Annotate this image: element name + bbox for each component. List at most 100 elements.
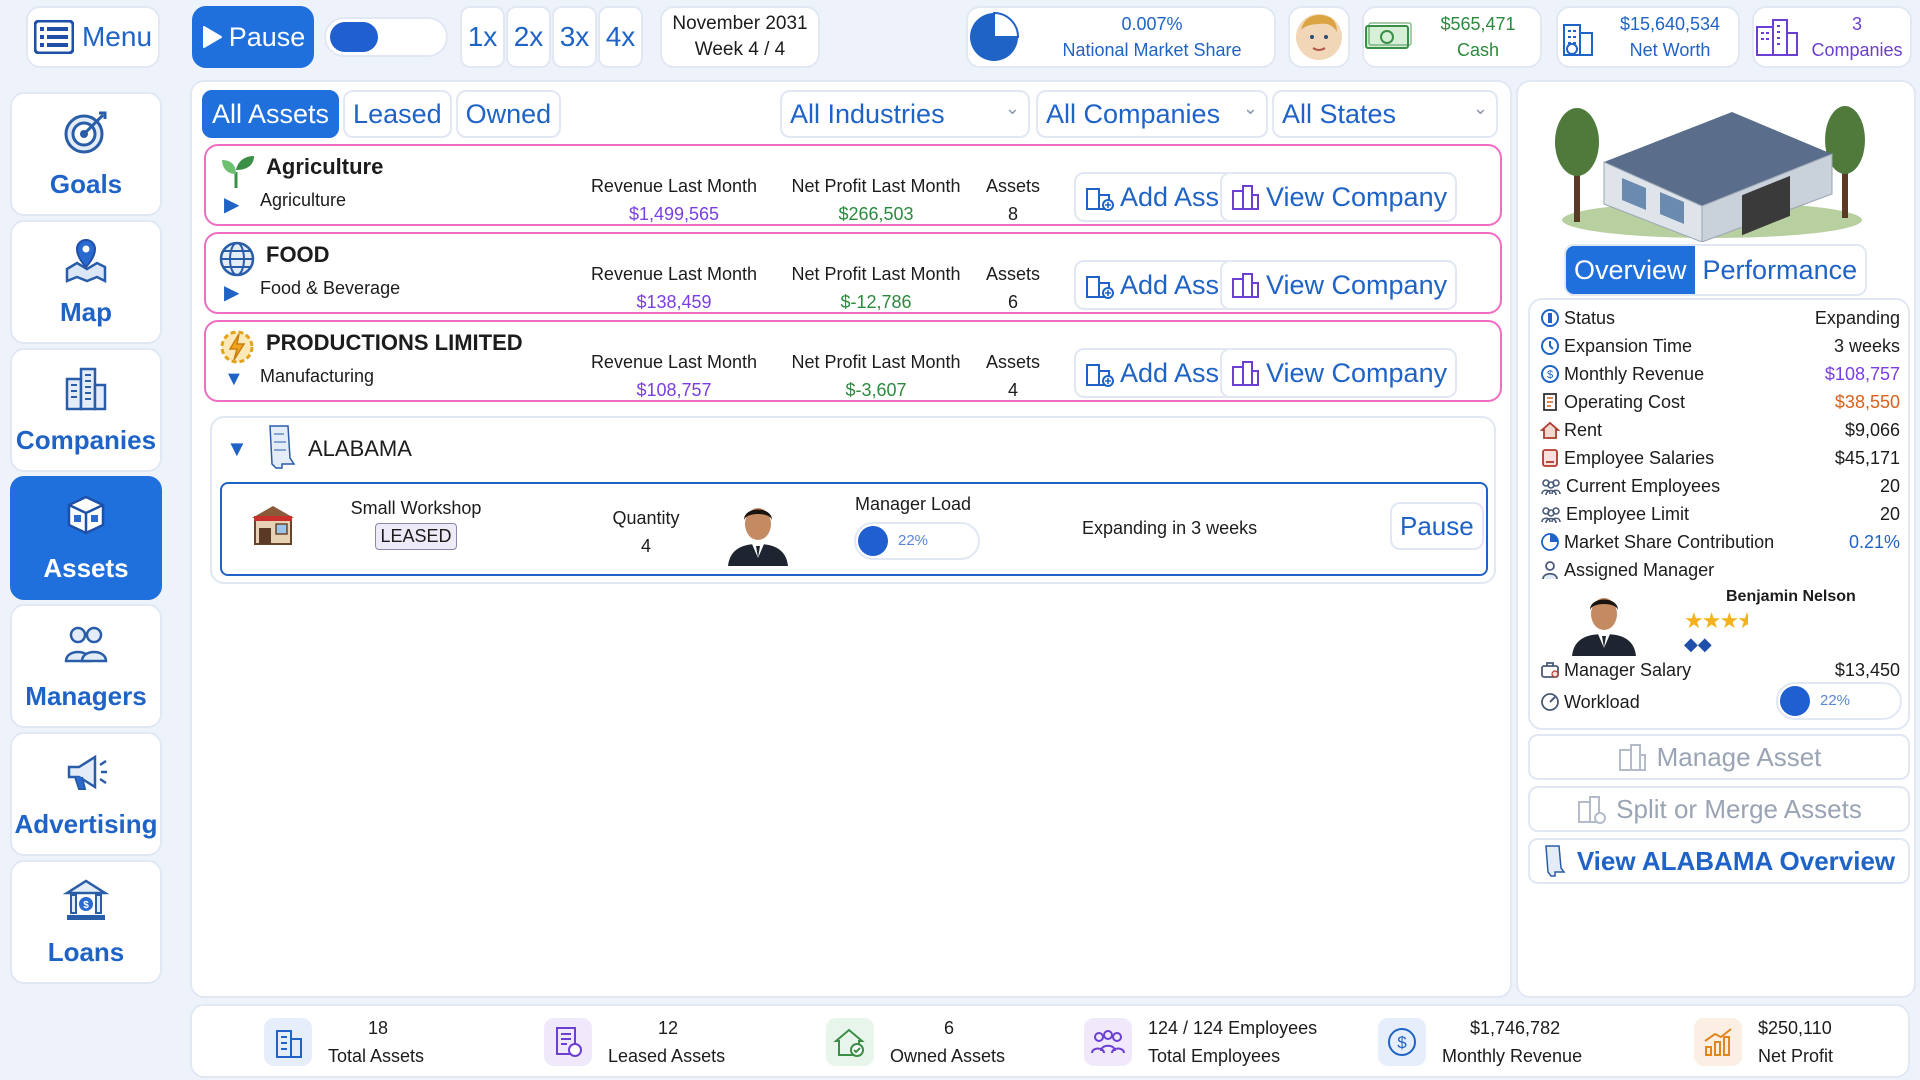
sidebar-item-advertising[interactable]: Advertising bbox=[10, 732, 162, 856]
pause-button[interactable]: Pause bbox=[192, 6, 314, 68]
quantity-value: 4 bbox=[640, 536, 651, 556]
col-label: Assets bbox=[985, 264, 1041, 284]
cash-stat[interactable]: $565,471 Cash bbox=[1362, 6, 1542, 68]
detail-value: $38,550 bbox=[1834, 391, 1900, 412]
sidebar-item-managers[interactable]: Managers bbox=[10, 604, 162, 728]
avatar[interactable] bbox=[1288, 6, 1350, 68]
speed-label: 2x bbox=[513, 21, 544, 52]
companies-filter[interactable]: All Companies bbox=[1036, 90, 1268, 138]
detail-row-employee-salaries: Employee Salaries $45,171 bbox=[1540, 444, 1900, 472]
globe-icon bbox=[219, 241, 255, 277]
companies-value: 3 bbox=[1851, 14, 1862, 34]
svg-text:$: $ bbox=[1397, 1033, 1407, 1052]
quantity-label: Quantity bbox=[612, 508, 680, 528]
tab-owned[interactable]: Owned bbox=[455, 90, 562, 138]
states-filter[interactable]: All States bbox=[1272, 90, 1498, 138]
sidebar-item-map[interactable]: Map bbox=[10, 220, 162, 344]
net-worth-stat[interactable]: $15,640,534 Net Worth bbox=[1556, 6, 1740, 68]
speed-3x-button[interactable]: 3x bbox=[552, 6, 597, 68]
chart-up-icon bbox=[1694, 1018, 1742, 1066]
view-company-button[interactable]: View Company bbox=[1220, 172, 1458, 222]
speed-4x-button[interactable]: 4x bbox=[598, 6, 643, 68]
split-merge-button[interactable]: Split or Merge Assets bbox=[1528, 786, 1910, 832]
stat-monthly-revenue: $ $1,746,782 Monthly Revenue bbox=[1378, 1014, 1582, 1070]
assets-value: 4 bbox=[1007, 380, 1018, 400]
detail-label: Rent bbox=[1564, 419, 1603, 440]
people-icon bbox=[64, 626, 108, 662]
detail-row-manager-salary: Manager Salary $13,450 bbox=[1540, 656, 1900, 684]
stat-value: 124 / 124 Employees bbox=[1148, 1018, 1318, 1038]
speed-2x-button[interactable]: 2x bbox=[506, 6, 551, 68]
industries-filter[interactable]: All Industries bbox=[780, 90, 1030, 138]
market-share-stat[interactable]: 0.007% National Market Share bbox=[966, 6, 1276, 68]
tab-performance[interactable]: Performance bbox=[1694, 246, 1866, 294]
revenue-col: Revenue Last Month $108,757 bbox=[574, 348, 774, 404]
revenue-value: $138,459 bbox=[636, 292, 712, 312]
view-state-overview-button[interactable]: View ALABAMA Overview bbox=[1528, 838, 1910, 884]
view-company-button[interactable]: View Company bbox=[1220, 260, 1458, 310]
split-merge-label: Split or Merge Assets bbox=[1616, 793, 1862, 824]
collapse-icon[interactable]: ▼ bbox=[226, 436, 248, 462]
date-text: November 2031 bbox=[672, 13, 808, 34]
asset-pause-button[interactable]: Pause bbox=[1390, 502, 1484, 550]
bottom-stats-bar: 18 Total Assets 12 Leased Assets 6 Owned As… bbox=[190, 1004, 1910, 1078]
sidebar-item-label: Goals bbox=[49, 168, 123, 199]
map-pin-icon bbox=[65, 238, 107, 283]
toggle-knob bbox=[330, 22, 378, 52]
revenue-value: $1,499,565 bbox=[628, 204, 720, 224]
col-label: Assets bbox=[985, 176, 1041, 196]
profit-value: $-12,786 bbox=[840, 292, 912, 312]
house-icon bbox=[1540, 421, 1560, 439]
company-row-productions-limited[interactable]: PRODUCTIONS LIMITED ▼ Manufacturing Reve… bbox=[204, 320, 1502, 402]
expand-icon[interactable]: ▶ bbox=[224, 280, 239, 305]
sidebar-item-goals[interactable]: Goals bbox=[10, 92, 162, 216]
manager-gems: ◆◆ bbox=[1684, 634, 1712, 654]
view-company-button[interactable]: View Company bbox=[1220, 348, 1458, 398]
tab-overview[interactable]: Overview bbox=[1566, 246, 1695, 294]
team-icon bbox=[1084, 1018, 1132, 1066]
quantity-col: Quantity 4 bbox=[596, 504, 696, 560]
company-row-food[interactable]: FOOD ▶ Food & Beverage Revenue Last Mont… bbox=[204, 232, 1502, 314]
manage-asset-button[interactable]: Manage Asset bbox=[1528, 734, 1910, 780]
stat-label: Owned Assets bbox=[890, 1046, 1006, 1066]
team-icon bbox=[1541, 507, 1561, 524]
play-icon bbox=[202, 26, 222, 48]
manager-name: Benjamin Nelson bbox=[1726, 588, 1856, 605]
cash-icon bbox=[1365, 22, 1412, 49]
menu-button[interactable]: Menu bbox=[26, 6, 160, 68]
menu-icon bbox=[33, 20, 74, 54]
state-name: ALABAMA bbox=[308, 436, 412, 461]
asset-row[interactable]: Small Workshop LEASED Quantity 4 Manager… bbox=[220, 482, 1488, 576]
detail-value: Expanding bbox=[1814, 307, 1900, 328]
workload-bar: 22% bbox=[1776, 682, 1902, 720]
expand-icon[interactable]: ▶ bbox=[224, 192, 239, 217]
company-name: PRODUCTIONS LIMITED bbox=[266, 330, 523, 355]
target-icon bbox=[64, 111, 107, 153]
speed-label: 3x bbox=[559, 21, 590, 52]
stat-value: $250,110 bbox=[1758, 1018, 1832, 1038]
house-check-icon bbox=[826, 1018, 874, 1066]
tab-leased[interactable]: Leased bbox=[343, 90, 452, 138]
date-display: November 2031 Week 4 / 4 bbox=[660, 6, 820, 68]
stat-label: Leased Assets bbox=[608, 1046, 726, 1066]
col-label: Net Profit Last Month bbox=[791, 264, 961, 284]
collapse-icon[interactable]: ▼ bbox=[224, 368, 244, 391]
stat-total-assets: 18 Total Assets bbox=[264, 1014, 424, 1070]
pie-chart-icon bbox=[1541, 533, 1559, 551]
market-share-value: 0.007% bbox=[1121, 14, 1183, 34]
tab-all-assets[interactable]: All Assets bbox=[202, 90, 340, 138]
sidebar-item-assets[interactable]: Assets bbox=[10, 476, 162, 600]
manager-avatar[interactable] bbox=[722, 496, 794, 566]
companies-stat[interactable]: 3 Companies bbox=[1752, 6, 1912, 68]
speed-toggle[interactable] bbox=[324, 17, 448, 57]
sidebar-item-companies[interactable]: Companies bbox=[10, 348, 162, 472]
speed-1x-button[interactable]: 1x bbox=[460, 6, 505, 68]
sidebar-item-loans[interactable]: $ Loans bbox=[10, 860, 162, 984]
manager-portrait[interactable] bbox=[1566, 586, 1642, 656]
detail-value: $13,450 bbox=[1834, 659, 1900, 680]
manage-asset-label: Manage Asset bbox=[1656, 741, 1822, 772]
company-row-agriculture[interactable]: Agriculture ▶ Agriculture Revenue Last M… bbox=[204, 144, 1502, 226]
manager-load-label: Manager Load bbox=[854, 494, 972, 514]
manager-load-value: 22% bbox=[898, 532, 929, 549]
cash-label: Cash bbox=[1456, 40, 1500, 60]
